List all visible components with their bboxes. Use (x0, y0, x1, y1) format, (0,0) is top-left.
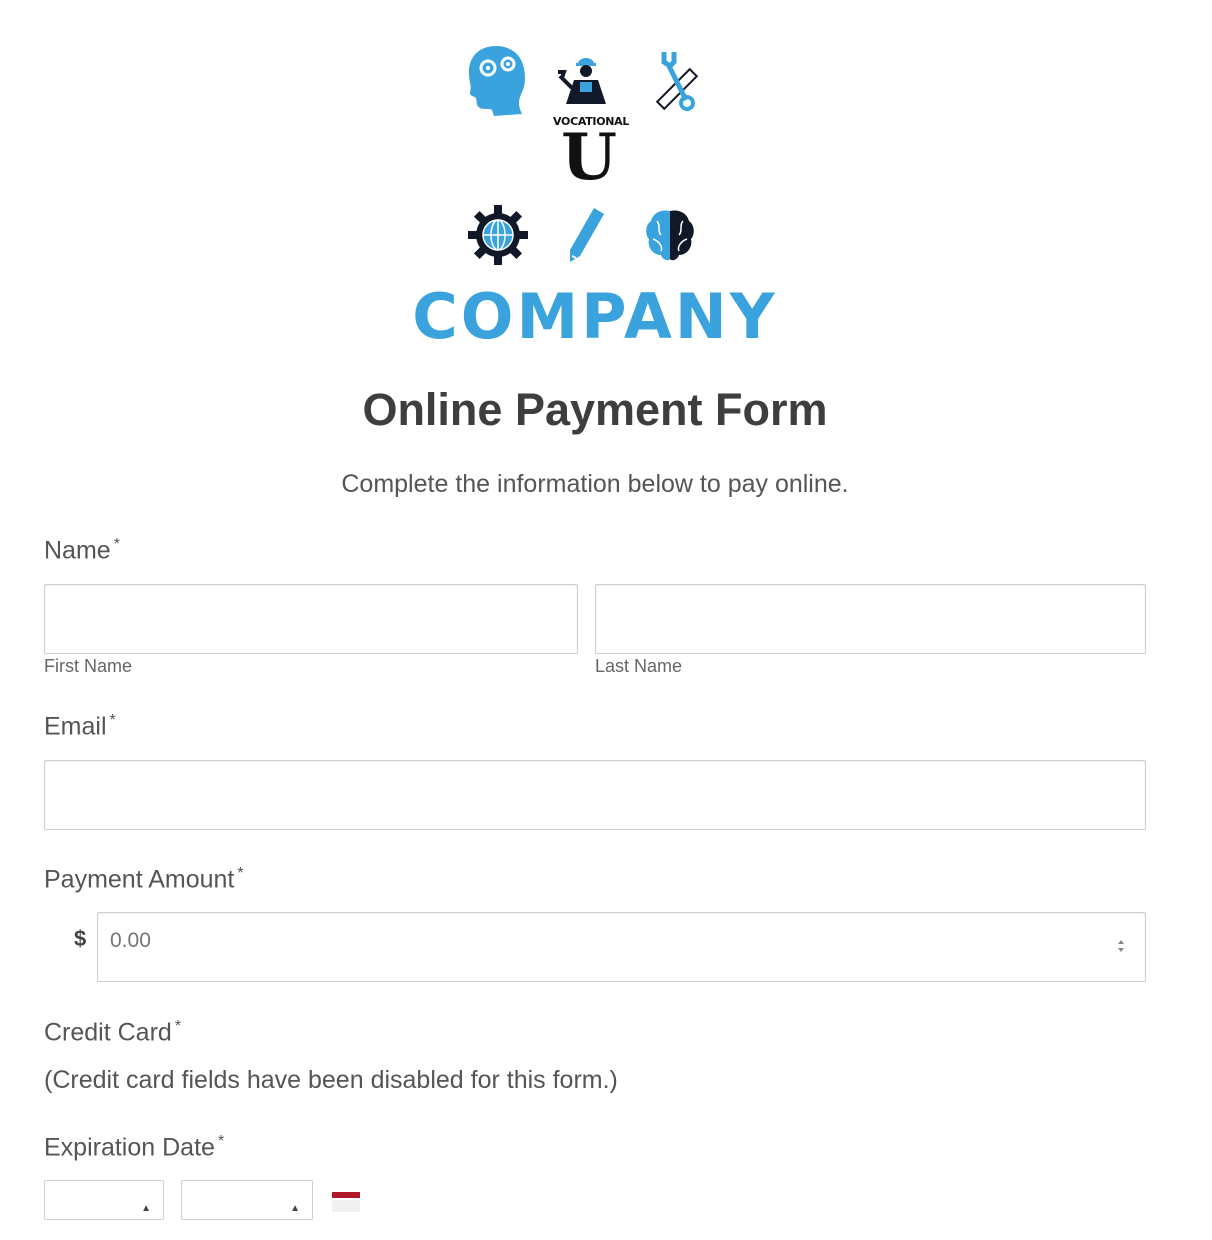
last-name-sublabel: Last Name (595, 656, 683, 676)
company-logo: VOCATIONAL U COMPANY (0, 0, 1212, 360)
company-name: COMPANY (412, 280, 778, 353)
payment-amount-label: Payment Amount * (44, 865, 244, 894)
expiration-date-label: Expiration Date * (44, 1133, 224, 1162)
required-mark: * (217, 1133, 225, 1150)
first-name-sublabel: First Name (44, 656, 133, 676)
name-label: Name * (44, 536, 120, 565)
head-gears-icon (468, 46, 525, 116)
currency-symbol: $ (74, 926, 87, 951)
chevron-down-icon: ▲ (141, 1203, 151, 1214)
first-name-input[interactable] (44, 584, 578, 654)
email-input[interactable] (44, 760, 1146, 830)
payment-amount-label-text: Payment Amount (44, 865, 235, 894)
required-mark: * (109, 712, 116, 729)
pencil-icon (570, 208, 604, 262)
required-mark: * (113, 536, 120, 553)
form-description: Complete the information below to pay on… (341, 470, 849, 498)
credit-card-label-text: Credit Card (44, 1018, 172, 1047)
expiration-date-label-text: Expiration Date (44, 1133, 215, 1162)
name-label-text: Name (44, 536, 111, 565)
last-name-input[interactable] (595, 584, 1146, 654)
payment-amount-input[interactable] (97, 912, 1146, 982)
worker-icon (558, 58, 606, 104)
wrench-ruler-icon (655, 52, 699, 111)
brain-icon (646, 210, 694, 261)
chevron-down-icon: ▲ (290, 1203, 300, 1214)
calendar-icon[interactable] (332, 1192, 360, 1212)
required-mark: * (237, 865, 244, 882)
number-spinner-icon[interactable] (1116, 936, 1126, 956)
credit-card-label: Credit Card * (44, 1018, 181, 1047)
gear-globe-icon (468, 205, 528, 265)
required-mark: * (174, 1018, 182, 1035)
email-label: Email * (44, 712, 116, 741)
form-title: Online Payment Form (362, 384, 828, 435)
expiration-year-select[interactable]: ▲ (181, 1180, 313, 1220)
expiration-month-select[interactable]: ▲ (44, 1180, 164, 1220)
credit-card-disabled-note: (Credit card fields have been disabled f… (44, 1066, 618, 1094)
email-label-text: Email (44, 712, 107, 741)
vocational-u-letter: U (561, 120, 617, 195)
